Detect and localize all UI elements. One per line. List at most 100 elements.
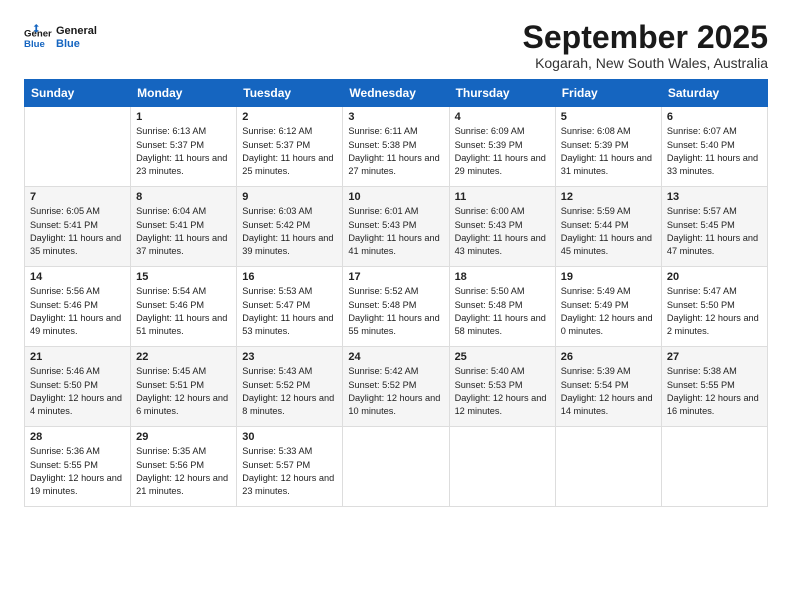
day-number: 4 <box>455 111 550 123</box>
calendar-cell: 26 Sunrise: 5:39 AMSunset: 5:54 PMDaylig… <box>555 347 661 427</box>
day-info: Sunrise: 6:03 AMSunset: 5:42 PMDaylight:… <box>242 205 337 258</box>
title-block: September 2025 Kogarah, New South Wales,… <box>523 20 768 71</box>
day-number: 23 <box>242 351 337 363</box>
day-header-wednesday: Wednesday <box>343 80 449 107</box>
day-number: 24 <box>348 351 443 363</box>
logo: General Blue General Blue <box>24 24 97 52</box>
day-header-friday: Friday <box>555 80 661 107</box>
calendar-cell: 23 Sunrise: 5:43 AMSunset: 5:52 PMDaylig… <box>237 347 343 427</box>
day-info: Sunrise: 5:43 AMSunset: 5:52 PMDaylight:… <box>242 365 337 418</box>
day-info: Sunrise: 5:52 AMSunset: 5:48 PMDaylight:… <box>348 285 443 338</box>
day-info: Sunrise: 5:46 AMSunset: 5:50 PMDaylight:… <box>30 365 125 418</box>
day-number: 6 <box>667 111 762 123</box>
calendar-cell: 13 Sunrise: 5:57 AMSunset: 5:45 PMDaylig… <box>661 187 767 267</box>
calendar-cell <box>555 427 661 507</box>
day-info: Sunrise: 6:13 AMSunset: 5:37 PMDaylight:… <box>136 125 231 178</box>
calendar-cell: 3 Sunrise: 6:11 AMSunset: 5:38 PMDayligh… <box>343 107 449 187</box>
day-header-monday: Monday <box>131 80 237 107</box>
day-number: 5 <box>561 111 656 123</box>
day-number: 21 <box>30 351 125 363</box>
calendar-cell: 5 Sunrise: 6:08 AMSunset: 5:39 PMDayligh… <box>555 107 661 187</box>
calendar-header-row: SundayMondayTuesdayWednesdayThursdayFrid… <box>25 80 768 107</box>
day-number: 12 <box>561 191 656 203</box>
day-info: Sunrise: 5:45 AMSunset: 5:51 PMDaylight:… <box>136 365 231 418</box>
calendar-cell: 14 Sunrise: 5:56 AMSunset: 5:46 PMDaylig… <box>25 267 131 347</box>
calendar-cell: 4 Sunrise: 6:09 AMSunset: 5:39 PMDayligh… <box>449 107 555 187</box>
day-info: Sunrise: 5:50 AMSunset: 5:48 PMDaylight:… <box>455 285 550 338</box>
calendar-cell <box>25 107 131 187</box>
day-info: Sunrise: 5:42 AMSunset: 5:52 PMDaylight:… <box>348 365 443 418</box>
day-header-sunday: Sunday <box>25 80 131 107</box>
day-info: Sunrise: 5:53 AMSunset: 5:47 PMDaylight:… <box>242 285 337 338</box>
month-title: September 2025 <box>523 20 768 55</box>
calendar-cell: 12 Sunrise: 5:59 AMSunset: 5:44 PMDaylig… <box>555 187 661 267</box>
day-number: 7 <box>30 191 125 203</box>
day-header-tuesday: Tuesday <box>237 80 343 107</box>
day-number: 10 <box>348 191 443 203</box>
day-number: 27 <box>667 351 762 363</box>
calendar-cell <box>449 427 555 507</box>
day-number: 18 <box>455 271 550 283</box>
day-number: 17 <box>348 271 443 283</box>
calendar-week-1: 1 Sunrise: 6:13 AMSunset: 5:37 PMDayligh… <box>25 107 768 187</box>
day-info: Sunrise: 5:47 AMSunset: 5:50 PMDaylight:… <box>667 285 762 338</box>
calendar-cell: 6 Sunrise: 6:07 AMSunset: 5:40 PMDayligh… <box>661 107 767 187</box>
day-info: Sunrise: 6:04 AMSunset: 5:41 PMDaylight:… <box>136 205 231 258</box>
day-info: Sunrise: 6:01 AMSunset: 5:43 PMDaylight:… <box>348 205 443 258</box>
day-header-thursday: Thursday <box>449 80 555 107</box>
day-number: 1 <box>136 111 231 123</box>
calendar-cell: 29 Sunrise: 5:35 AMSunset: 5:56 PMDaylig… <box>131 427 237 507</box>
day-info: Sunrise: 5:33 AMSunset: 5:57 PMDaylight:… <box>242 445 337 498</box>
logo-icon: General Blue <box>24 24 52 52</box>
day-info: Sunrise: 5:36 AMSunset: 5:55 PMDaylight:… <box>30 445 125 498</box>
day-number: 20 <box>667 271 762 283</box>
day-info: Sunrise: 5:38 AMSunset: 5:55 PMDaylight:… <box>667 365 762 418</box>
day-info: Sunrise: 5:40 AMSunset: 5:53 PMDaylight:… <box>455 365 550 418</box>
day-info: Sunrise: 5:59 AMSunset: 5:44 PMDaylight:… <box>561 205 656 258</box>
day-number: 16 <box>242 271 337 283</box>
day-info: Sunrise: 6:00 AMSunset: 5:43 PMDaylight:… <box>455 205 550 258</box>
logo-text-general: General <box>56 25 97 38</box>
calendar-cell: 2 Sunrise: 6:12 AMSunset: 5:37 PMDayligh… <box>237 107 343 187</box>
calendar-cell: 19 Sunrise: 5:49 AMSunset: 5:49 PMDaylig… <box>555 267 661 347</box>
logo-text-blue: Blue <box>56 38 97 51</box>
page-header: General Blue General Blue September 2025… <box>24 20 768 71</box>
day-number: 30 <box>242 431 337 443</box>
calendar-cell: 18 Sunrise: 5:50 AMSunset: 5:48 PMDaylig… <box>449 267 555 347</box>
svg-text:General: General <box>24 28 52 39</box>
calendar-cell: 20 Sunrise: 5:47 AMSunset: 5:50 PMDaylig… <box>661 267 767 347</box>
day-number: 3 <box>348 111 443 123</box>
day-info: Sunrise: 5:49 AMSunset: 5:49 PMDaylight:… <box>561 285 656 338</box>
day-number: 8 <box>136 191 231 203</box>
calendar-cell: 17 Sunrise: 5:52 AMSunset: 5:48 PMDaylig… <box>343 267 449 347</box>
day-info: Sunrise: 5:39 AMSunset: 5:54 PMDaylight:… <box>561 365 656 418</box>
calendar-cell: 15 Sunrise: 5:54 AMSunset: 5:46 PMDaylig… <box>131 267 237 347</box>
day-info: Sunrise: 6:12 AMSunset: 5:37 PMDaylight:… <box>242 125 337 178</box>
svg-text:Blue: Blue <box>24 39 45 50</box>
calendar-week-5: 28 Sunrise: 5:36 AMSunset: 5:55 PMDaylig… <box>25 427 768 507</box>
calendar-cell <box>661 427 767 507</box>
calendar-cell <box>343 427 449 507</box>
calendar-week-3: 14 Sunrise: 5:56 AMSunset: 5:46 PMDaylig… <box>25 267 768 347</box>
day-info: Sunrise: 6:09 AMSunset: 5:39 PMDaylight:… <box>455 125 550 178</box>
calendar-cell: 21 Sunrise: 5:46 AMSunset: 5:50 PMDaylig… <box>25 347 131 427</box>
day-info: Sunrise: 5:35 AMSunset: 5:56 PMDaylight:… <box>136 445 231 498</box>
day-info: Sunrise: 6:11 AMSunset: 5:38 PMDaylight:… <box>348 125 443 178</box>
day-header-saturday: Saturday <box>661 80 767 107</box>
calendar-week-4: 21 Sunrise: 5:46 AMSunset: 5:50 PMDaylig… <box>25 347 768 427</box>
calendar-cell: 7 Sunrise: 6:05 AMSunset: 5:41 PMDayligh… <box>25 187 131 267</box>
day-number: 15 <box>136 271 231 283</box>
day-number: 19 <box>561 271 656 283</box>
day-info: Sunrise: 6:05 AMSunset: 5:41 PMDaylight:… <box>30 205 125 258</box>
day-info: Sunrise: 5:57 AMSunset: 5:45 PMDaylight:… <box>667 205 762 258</box>
calendar-cell: 27 Sunrise: 5:38 AMSunset: 5:55 PMDaylig… <box>661 347 767 427</box>
calendar-cell: 24 Sunrise: 5:42 AMSunset: 5:52 PMDaylig… <box>343 347 449 427</box>
day-number: 13 <box>667 191 762 203</box>
day-number: 9 <box>242 191 337 203</box>
calendar-cell: 8 Sunrise: 6:04 AMSunset: 5:41 PMDayligh… <box>131 187 237 267</box>
calendar-table: SundayMondayTuesdayWednesdayThursdayFrid… <box>24 79 768 507</box>
calendar-cell: 28 Sunrise: 5:36 AMSunset: 5:55 PMDaylig… <box>25 427 131 507</box>
day-number: 25 <box>455 351 550 363</box>
day-number: 28 <box>30 431 125 443</box>
calendar-cell: 11 Sunrise: 6:00 AMSunset: 5:43 PMDaylig… <box>449 187 555 267</box>
